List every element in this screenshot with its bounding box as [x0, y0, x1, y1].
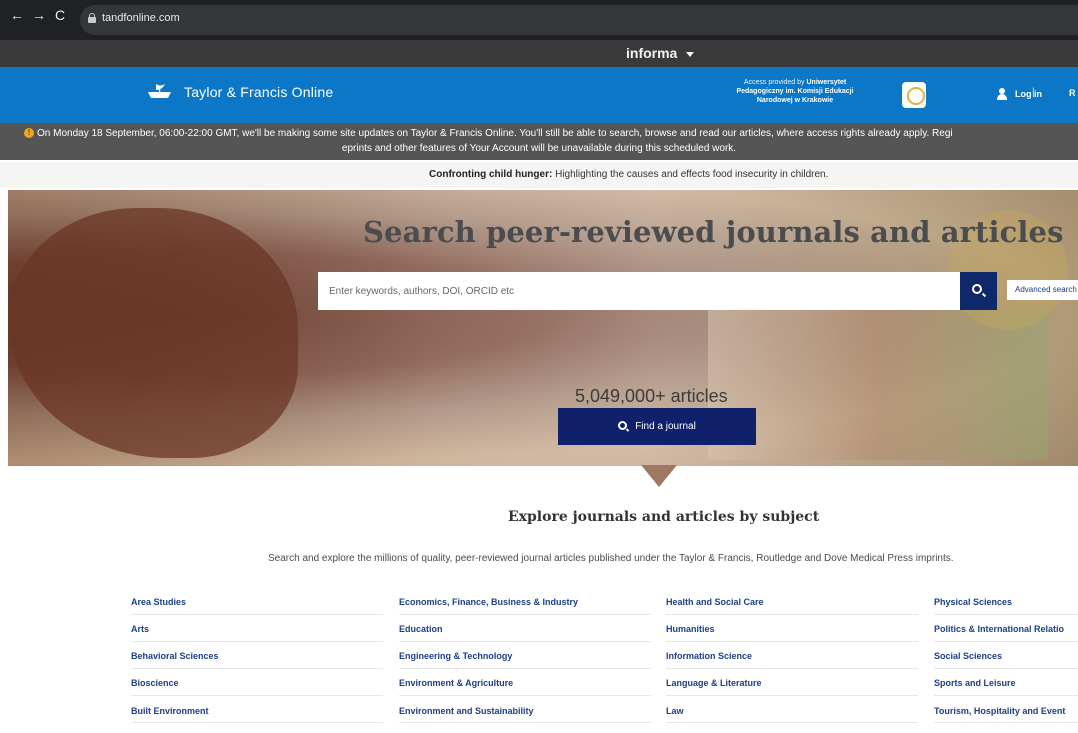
notice-text-line1: On Monday 18 September, 06:00-22:00 GMT,… — [37, 128, 953, 139]
subject-link-bioscience[interactable]: Bioscience — [131, 678, 179, 688]
subject-link-environment-agriculture[interactable]: Environment & Agriculture — [399, 678, 513, 688]
university-crest-icon — [902, 82, 926, 108]
subject-divider — [399, 695, 651, 696]
hero-search: Search peer-reviewed journals and articl… — [8, 190, 1078, 466]
find-journal-button[interactable]: Find a journal — [558, 408, 756, 445]
hero-title: Search peer-reviewed journals and articl… — [363, 215, 1064, 249]
browser-nav: ← → C — [10, 8, 66, 22]
chevron-down-icon[interactable] — [686, 52, 694, 57]
subject-divider — [399, 614, 651, 615]
advanced-search-link[interactable]: Advanced search — [1007, 280, 1078, 300]
subject-divider — [934, 695, 1078, 696]
subject-divider — [934, 722, 1078, 723]
hero-photo-food — [708, 310, 1048, 460]
subjects-subtitle: Search and explore the millions of quali… — [268, 553, 954, 564]
hero-photo-child — [8, 208, 298, 458]
access-institution-1: Uniwersytet — [806, 79, 847, 86]
headline-bold: Confronting child hunger: — [429, 169, 553, 180]
search-icon — [972, 284, 982, 294]
subject-link-physical-sciences[interactable]: Physical Sciences — [934, 597, 1012, 607]
access-institution-3: Narodowej w Krakowie — [756, 97, 834, 104]
subject-divider — [666, 722, 918, 723]
subject-link-engineering[interactable]: Engineering & Technology — [399, 651, 512, 661]
subject-link-language-literature[interactable]: Language & Literature — [666, 678, 762, 688]
logo-text: Taylor & Francis Online — [184, 84, 334, 100]
hero-pointer — [641, 465, 677, 487]
forward-arrow-icon[interactable]: → — [32, 8, 46, 22]
subject-divider — [934, 668, 1078, 669]
subject-divider — [666, 668, 918, 669]
maintenance-notice: ! On Monday 18 September, 06:00-22:00 GM… — [0, 123, 1078, 160]
subject-divider — [399, 668, 651, 669]
subject-link-politics[interactable]: Politics & International Relatio — [934, 624, 1064, 634]
login-label: Log in — [1015, 89, 1042, 99]
subject-link-law[interactable]: Law — [666, 706, 684, 716]
subject-link-area-studies[interactable]: Area Studies — [131, 597, 186, 607]
subject-divider — [131, 641, 383, 642]
campaign-headline[interactable]: Confronting child hunger: Highlighting t… — [0, 162, 1078, 188]
search-button[interactable] — [960, 272, 997, 310]
subject-divider — [131, 668, 383, 669]
article-count: 5,049,000+ articles — [575, 386, 728, 406]
headline-text[interactable]: Confronting child hunger: Highlighting t… — [429, 164, 828, 186]
informa-menu[interactable]: informa — [626, 45, 677, 61]
login-link[interactable]: Log in — [996, 88, 1042, 100]
register-link[interactable]: R — [1069, 88, 1076, 98]
notice-text-line2: eprints and other features of Your Accou… — [341, 143, 737, 154]
find-journal-label: Find a journal — [635, 421, 696, 432]
headline-rest: Highlighting the causes and effects food… — [552, 169, 829, 180]
subject-link-sports-leisure[interactable]: Sports and Leisure — [934, 678, 1016, 688]
subject-divider — [131, 722, 383, 723]
url-text[interactable]: tandfonline.com — [102, 12, 180, 24]
login-separator: | — [1032, 87, 1035, 98]
subject-link-environment-sustainability[interactable]: Environment and Sustainability — [399, 706, 534, 716]
subject-divider — [399, 722, 651, 723]
subject-link-information-science[interactable]: Information Science — [666, 651, 752, 661]
taylor-francis-logo[interactable]: Taylor & Francis Online — [144, 81, 333, 103]
browser-toolbar: ← → C tandfonline.com — [0, 0, 1078, 40]
back-arrow-icon[interactable]: ← — [10, 8, 24, 22]
subject-divider — [131, 614, 383, 615]
subject-link-education[interactable]: Education — [399, 624, 443, 634]
subject-link-health-social-care[interactable]: Health and Social Care — [666, 597, 764, 607]
subject-divider — [666, 695, 918, 696]
subject-divider — [934, 641, 1078, 642]
subject-link-economics[interactable]: Economics, Finance, Business & Industry — [399, 597, 578, 607]
subject-divider — [934, 614, 1078, 615]
access-provider: Access provided by Uniwersytet Pedagogic… — [700, 78, 890, 105]
subject-link-social-sciences[interactable]: Social Sciences — [934, 651, 1002, 661]
subject-link-humanities[interactable]: Humanities — [666, 624, 715, 634]
informa-strip: informa — [0, 40, 1078, 67]
user-icon — [996, 88, 1008, 100]
subject-divider — [131, 695, 383, 696]
subject-divider — [666, 641, 918, 642]
subject-link-tourism[interactable]: Tourism, Hospitality and Event — [934, 706, 1065, 716]
lock-icon — [88, 13, 96, 23]
subjects-title: Explore journals and articles by subject — [508, 509, 820, 525]
subject-link-arts[interactable]: Arts — [131, 624, 149, 634]
search-input[interactable] — [318, 272, 960, 310]
warning-icon: ! — [24, 128, 34, 138]
subject-link-behavioral-sciences[interactable]: Behavioral Sciences — [131, 651, 219, 661]
address-bar[interactable]: tandfonline.com — [80, 5, 1078, 35]
access-institution-2: Pedagogiczny im. Komisji Edukacji — [736, 88, 854, 95]
subject-divider — [399, 641, 651, 642]
reload-icon[interactable]: C — [54, 8, 66, 22]
boat-logo-icon — [144, 81, 176, 103]
subject-divider — [666, 614, 918, 615]
search-icon — [618, 421, 628, 430]
access-label: Access provided by — [743, 79, 807, 86]
site-header: Taylor & Francis Online Access provided … — [0, 67, 1078, 123]
subject-link-built-environment[interactable]: Built Environment — [131, 706, 209, 716]
